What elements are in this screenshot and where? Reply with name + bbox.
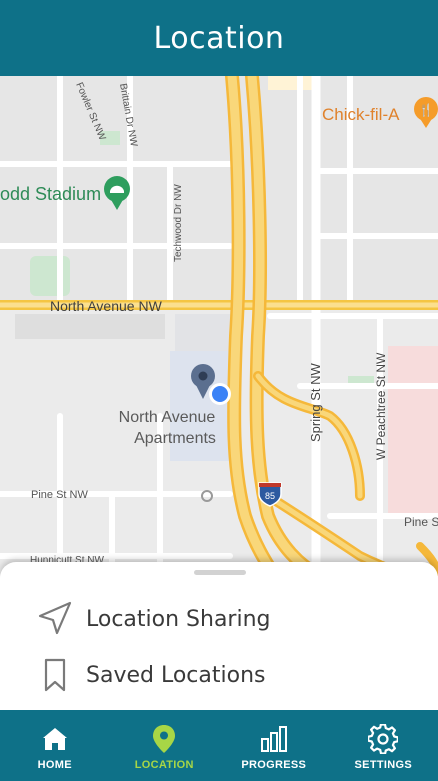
current-location-dot (209, 383, 231, 405)
restaurant-label: Chick-fil-A (322, 105, 400, 124)
w-peachtree-st-label: W Peachtree St NW (374, 352, 388, 460)
bottom-sheet[interactable]: Location Sharing Saved Locations (0, 562, 438, 710)
location-sharing-item[interactable]: Location Sharing (34, 599, 271, 639)
nav-progress[interactable]: PROGRESS (219, 710, 329, 781)
gear-icon (368, 724, 399, 754)
saved-locations-item[interactable]: Saved Locations (34, 655, 265, 695)
page-title: Location (153, 20, 285, 56)
nav-location[interactable]: LOCATION (110, 710, 220, 781)
home-icon (41, 724, 69, 754)
pine-st-label: Pine St NW (31, 489, 88, 501)
north-avenue-label: North Avenue NW (50, 298, 163, 314)
nav-home-label: HOME (37, 759, 72, 771)
nav-progress-label: PROGRESS (241, 759, 307, 771)
bar-chart-icon (259, 724, 289, 754)
svg-text:🍴: 🍴 (419, 103, 434, 117)
location-sharing-label: Location Sharing (86, 606, 271, 632)
map-pin-icon (152, 724, 176, 754)
pine-st-right-label: Pine St (404, 515, 438, 529)
navigation-arrow-icon (34, 599, 78, 639)
nav-location-label: LOCATION (134, 759, 194, 771)
bottom-navigation: HOME LOCATION PROGRESS SETTINGS (0, 710, 438, 781)
map-canvas[interactable]: 85 odd Stadium Chick-fil-A 🍴 North Avenu… (0, 76, 438, 576)
sheet-drag-handle[interactable] (194, 570, 246, 575)
stadium-label: odd Stadium (0, 184, 101, 204)
bookmark-icon (34, 655, 78, 695)
apartments-label-line1: North Avenue (119, 409, 216, 426)
saved-locations-label: Saved Locations (86, 662, 266, 688)
nav-settings[interactable]: SETTINGS (329, 710, 438, 781)
app-header: Location (0, 0, 438, 76)
techwood-dr-label: Techwood Dr NW (173, 184, 184, 262)
interstate-label: 85 (265, 491, 275, 501)
nav-home[interactable]: HOME (0, 710, 110, 781)
map-view[interactable]: 85 odd Stadium Chick-fil-A 🍴 North Avenu… (0, 76, 438, 576)
spring-st-label: Spring St NW (308, 363, 323, 442)
apartments-label-line2: Apartments (134, 430, 216, 447)
nav-settings-label: SETTINGS (354, 759, 412, 771)
